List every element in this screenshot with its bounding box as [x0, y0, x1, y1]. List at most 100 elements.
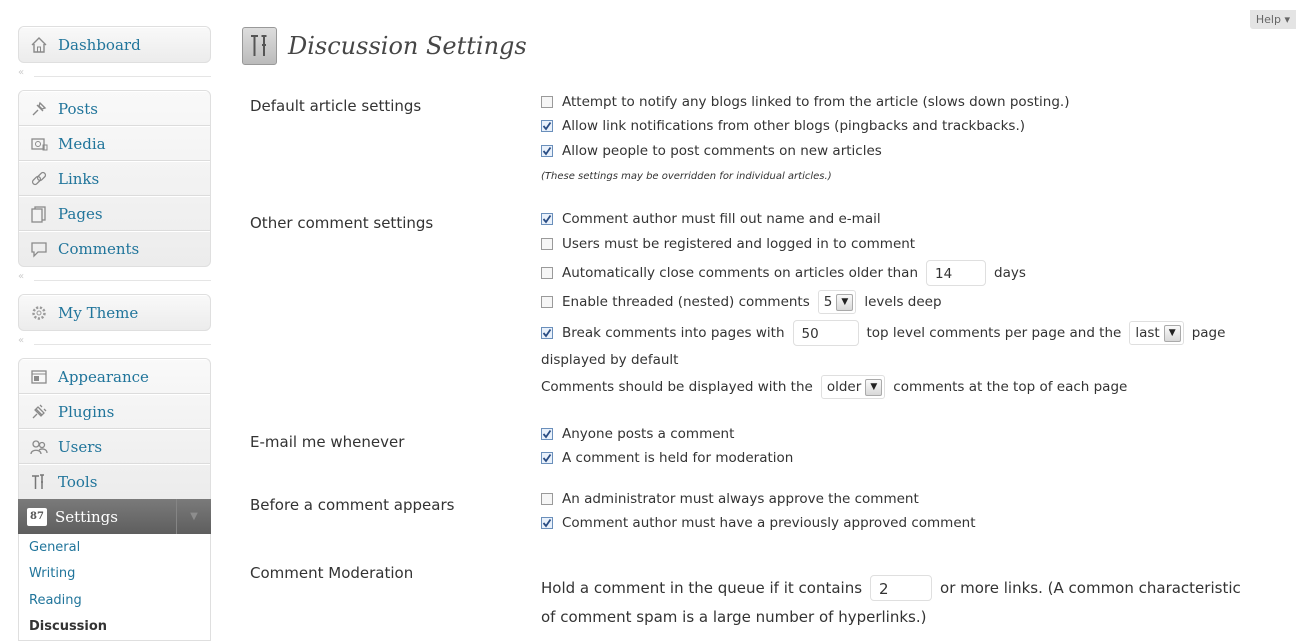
option-label: Break comments into pages with — [562, 325, 785, 341]
page-header: Discussion Settings — [242, 27, 527, 65]
chain-link-icon — [28, 168, 50, 190]
option-allow-pingbacks[interactable]: Allow link notifications from other blog… — [541, 118, 1025, 134]
email-on-moderation-checkbox[interactable] — [541, 452, 553, 464]
collapse-arrow-icon: « — [18, 67, 25, 78]
previously-approved-checkbox[interactable] — [541, 517, 553, 529]
sidebar-item-label: Dashboard — [58, 36, 141, 54]
option-email-on-post[interactable]: Anyone posts a comment — [541, 426, 734, 442]
option-moderation-links[interactable]: Hold a comment in the queue if it contai… — [541, 575, 1241, 601]
sidebar-item-comments[interactable]: Comments — [19, 231, 210, 266]
moderation-wrap-text: of comment spam is a large number of hyp… — [541, 608, 927, 626]
menu-separator[interactable]: « — [18, 331, 211, 358]
require-name-email-checkbox[interactable] — [541, 213, 553, 225]
option-allow-comments[interactable]: Allow people to post comments on new art… — [541, 143, 882, 159]
option-previously-approved[interactable]: Comment author must have a previously ap… — [541, 515, 975, 531]
option-label: Allow link notifications from other blog… — [562, 118, 1026, 134]
option-label: or more links. (A common characteristic — [940, 579, 1241, 597]
sidebar-item-label: Links — [58, 169, 100, 188]
moderation-links-input[interactable]: 2 — [870, 575, 933, 601]
sidebar-item-label: Settings — [55, 507, 118, 526]
admin-approve-checkbox[interactable] — [541, 493, 553, 505]
submenu-item-general[interactable]: General — [19, 534, 210, 561]
option-close-comments[interactable]: Automatically close comments on articles… — [541, 260, 1026, 286]
close-comments-checkbox[interactable] — [541, 267, 553, 279]
menu-separator[interactable]: « — [18, 63, 211, 90]
home-icon — [28, 34, 50, 56]
default-page-select[interactable]: last ▼ — [1129, 321, 1184, 345]
collapse-arrow-icon: « — [18, 271, 25, 282]
tools-icon — [28, 471, 50, 493]
collapse-arrow-icon: « — [18, 335, 25, 346]
sidebar-item-plugins[interactable]: Plugins — [19, 394, 210, 429]
sidebar-item-label: Plugins — [58, 402, 115, 421]
thread-depth-select[interactable]: 5 ▼ — [817, 290, 857, 314]
email-on-post-checkbox[interactable] — [541, 428, 553, 440]
sidebar-item-tools[interactable]: Tools — [19, 464, 210, 499]
paginate-wrap-text: displayed by default — [541, 352, 679, 368]
option-label: A comment is held for moderation — [562, 450, 794, 466]
paginate-comments-checkbox[interactable] — [541, 327, 553, 339]
sidebar-item-appearance[interactable]: Appearance — [19, 359, 210, 394]
menu-group-content: Posts Media Links Pages Comments — [18, 90, 211, 267]
gear-icon — [28, 302, 50, 324]
require-registration-checkbox[interactable] — [541, 238, 553, 250]
option-email-on-moderation[interactable]: A comment is held for moderation — [541, 450, 793, 466]
moderation-label: Comment Moderation — [250, 564, 414, 582]
select-value: last — [1135, 325, 1160, 341]
plug-icon — [28, 401, 50, 423]
sidebar-item-media[interactable]: Media — [19, 126, 210, 161]
sidebar-item-my-theme[interactable]: My Theme — [19, 295, 210, 330]
option-threaded-comments[interactable]: Enable threaded (nested) comments 5 ▼ lev… — [541, 290, 942, 314]
select-value: older — [826, 379, 862, 395]
sidebar-item-posts[interactable]: Posts — [19, 91, 210, 126]
settings-submenu: General Writing Reading Discussion — [18, 534, 211, 641]
notify-blogs-checkbox[interactable] — [541, 96, 553, 108]
submenu-item-discussion[interactable]: Discussion — [19, 614, 210, 641]
menu-separator[interactable]: « — [18, 267, 211, 294]
submenu-item-writing[interactable]: Writing — [19, 561, 210, 588]
option-label: Allow people to post comments on new art… — [562, 143, 882, 159]
option-label: Enable threaded (nested) comments — [562, 294, 810, 310]
option-label: page — [1191, 325, 1226, 341]
option-label: days — [994, 265, 1026, 281]
option-paginate-comments[interactable]: Break comments into pages with 50 top le… — [541, 320, 1225, 346]
speech-bubble-icon — [28, 238, 50, 260]
sidebar-item-users[interactable]: Users — [19, 429, 210, 464]
option-label: Users must be registered and logged in t… — [562, 236, 916, 252]
chevron-down-icon[interactable]: ▼ — [176, 499, 211, 534]
threaded-comments-checkbox[interactable] — [541, 296, 553, 308]
sidebar-item-pages[interactable]: Pages — [19, 196, 210, 231]
menu-group-admin: Appearance Plugins Users Tools — [18, 358, 211, 499]
dropdown-arrow-icon: ▼ — [865, 378, 883, 396]
default-article-note: (These settings may be overridden for in… — [541, 171, 832, 182]
before-comment-label: Before a comment appears — [250, 496, 455, 514]
allow-pingbacks-checkbox[interactable] — [541, 120, 553, 132]
option-label: levels deep — [864, 294, 942, 310]
settings-page-icon — [242, 27, 277, 65]
default-article-label: Default article settings — [250, 97, 422, 115]
sidebar-item-label: Posts — [58, 99, 98, 118]
option-require-name-email[interactable]: Comment author must fill out name and e-… — [541, 211, 881, 227]
option-label: An administrator must always approve the… — [562, 491, 919, 507]
sidebar-item-label: Media — [58, 134, 106, 153]
pages-icon — [28, 203, 50, 225]
option-label: Comments should be displayed with the — [541, 379, 813, 395]
comment-order-select[interactable]: older ▼ — [820, 375, 886, 399]
sidebar-item-label: Appearance — [58, 367, 149, 386]
option-label: Attempt to notify any blogs linked to fr… — [562, 94, 1070, 110]
comments-per-page-input[interactable]: 50 — [792, 320, 859, 346]
option-require-registration[interactable]: Users must be registered and logged in t… — [541, 236, 915, 252]
option-admin-approve[interactable]: An administrator must always approve the… — [541, 491, 919, 507]
help-tab[interactable]: Help ▾ — [1249, 10, 1296, 29]
menu-group-theme: My Theme — [18, 294, 211, 331]
option-comment-order[interactable]: Comments should be displayed with the ol… — [541, 375, 1127, 399]
sidebar-item-settings[interactable]: 87 Settings ▼ — [18, 499, 211, 534]
allow-comments-checkbox[interactable] — [541, 145, 553, 157]
sidebar-item-dashboard[interactable]: Dashboard — [19, 27, 210, 62]
close-days-input[interactable]: 14 — [926, 260, 986, 286]
sidebar-item-links[interactable]: Links — [19, 161, 210, 196]
option-notify-blogs[interactable]: Attempt to notify any blogs linked to fr… — [541, 94, 1069, 110]
dropdown-arrow-icon: ▼ — [836, 293, 854, 311]
submenu-item-reading[interactable]: Reading — [19, 587, 210, 614]
option-label: Anyone posts a comment — [562, 426, 735, 442]
